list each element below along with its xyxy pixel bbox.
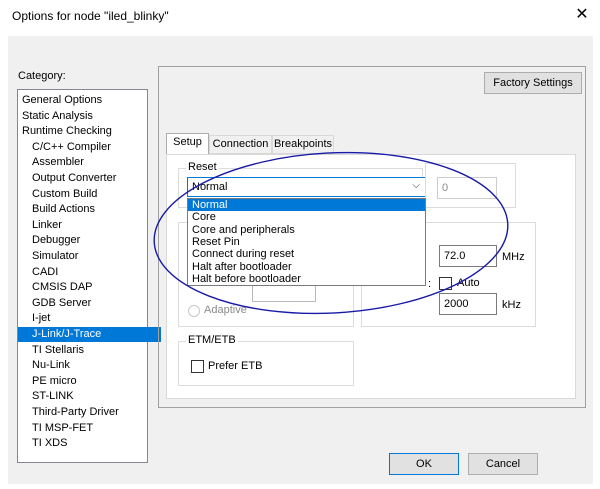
category-item[interactable]: Debugger: [30, 233, 82, 248]
category-item[interactable]: Build Actions: [30, 202, 97, 217]
reset-option[interactable]: Reset Pin: [188, 236, 425, 248]
dialog-title: Options for node "iled_blinky": [12, 9, 169, 23]
etm-groupbox: [178, 341, 354, 386]
category-item[interactable]: TI MSP-FET: [30, 421, 95, 436]
category-item[interactable]: Assembler: [30, 155, 86, 170]
auto-label: Auto: [457, 277, 480, 289]
adaptive-label: Adaptive: [204, 304, 247, 316]
category-item[interactable]: TI XDS: [30, 436, 69, 451]
category-item[interactable]: ST-LINK: [30, 389, 76, 404]
adaptive-radio[interactable]: [188, 305, 200, 317]
category-list[interactable]: General Options Static Analysis Runtime Ch…: [17, 89, 161, 463]
category-item[interactable]: Simulator: [30, 249, 80, 264]
close-icon[interactable]: ✕: [572, 5, 592, 25]
cancel-button[interactable]: Cancel: [468, 453, 538, 475]
category-item[interactable]: PE micro: [30, 374, 79, 389]
category-item[interactable]: Output Converter: [30, 171, 118, 186]
cpu-clock-unit: MHz: [502, 251, 525, 263]
cpu-clock-input[interactable]: 72.0: [439, 245, 497, 267]
category-item[interactable]: General Options: [20, 93, 104, 108]
category-item[interactable]: Linker: [30, 218, 64, 233]
speed-input[interactable]: 2000: [439, 293, 497, 315]
factory-settings-button[interactable]: Factory Settings: [484, 72, 582, 94]
speed-unit: kHz: [502, 299, 521, 311]
reset-option[interactable]: Halt before bootloader: [188, 273, 425, 285]
category-item[interactable]: Custom Build: [30, 187, 99, 202]
tab-setup[interactable]: Setup: [166, 133, 209, 155]
ok-button[interactable]: OK: [389, 453, 459, 475]
category-item[interactable]: I-jet: [30, 311, 52, 326]
category-item[interactable]: CADI: [30, 265, 60, 280]
auto-checkbox[interactable]: [439, 277, 452, 290]
category-item[interactable]: J-Link/J-Trace: [18, 327, 161, 342]
category-item[interactable]: Nu-Link: [30, 358, 72, 373]
reset-option[interactable]: Normal: [188, 199, 425, 211]
reset-dropdown[interactable]: Normal ⌵: [187, 177, 426, 197]
prefer-etb-label: Prefer ETB: [208, 360, 263, 372]
reset-option[interactable]: Halt after bootloader: [188, 261, 425, 273]
tab-connection[interactable]: Connection: [209, 135, 272, 154]
reset-group-label: Reset: [186, 161, 219, 173]
reset-dropdown-list[interactable]: Normal Core Core and peripherals Reset Pin C…: [187, 198, 426, 286]
reset-dropdown-value: Normal: [192, 181, 228, 193]
category-item[interactable]: Static Analysis: [20, 109, 95, 124]
prefer-etb-checkbox[interactable]: [191, 360, 204, 373]
reset-option[interactable]: Core and peripherals: [188, 224, 425, 236]
reset-delay-input[interactable]: 0: [437, 177, 497, 199]
category-item[interactable]: CMSIS DAP: [30, 280, 95, 295]
category-item[interactable]: Third-Party Driver: [30, 405, 121, 420]
category-item[interactable]: GDB Server: [30, 296, 93, 311]
reset-option[interactable]: Connect during reset: [188, 248, 425, 260]
chevron-down-icon: ⌵: [412, 180, 420, 191]
tab-breakpoints[interactable]: Breakpoints: [272, 135, 334, 154]
category-label: Category:: [18, 70, 66, 82]
speed-colon: :: [428, 278, 432, 290]
etm-group-label: ETM/ETB: [186, 334, 238, 346]
reset-option[interactable]: Core: [188, 211, 425, 223]
category-item[interactable]: TI Stellaris: [30, 343, 86, 358]
category-item[interactable]: Runtime Checking: [20, 124, 114, 139]
category-item[interactable]: C/C++ Compiler: [30, 140, 113, 155]
